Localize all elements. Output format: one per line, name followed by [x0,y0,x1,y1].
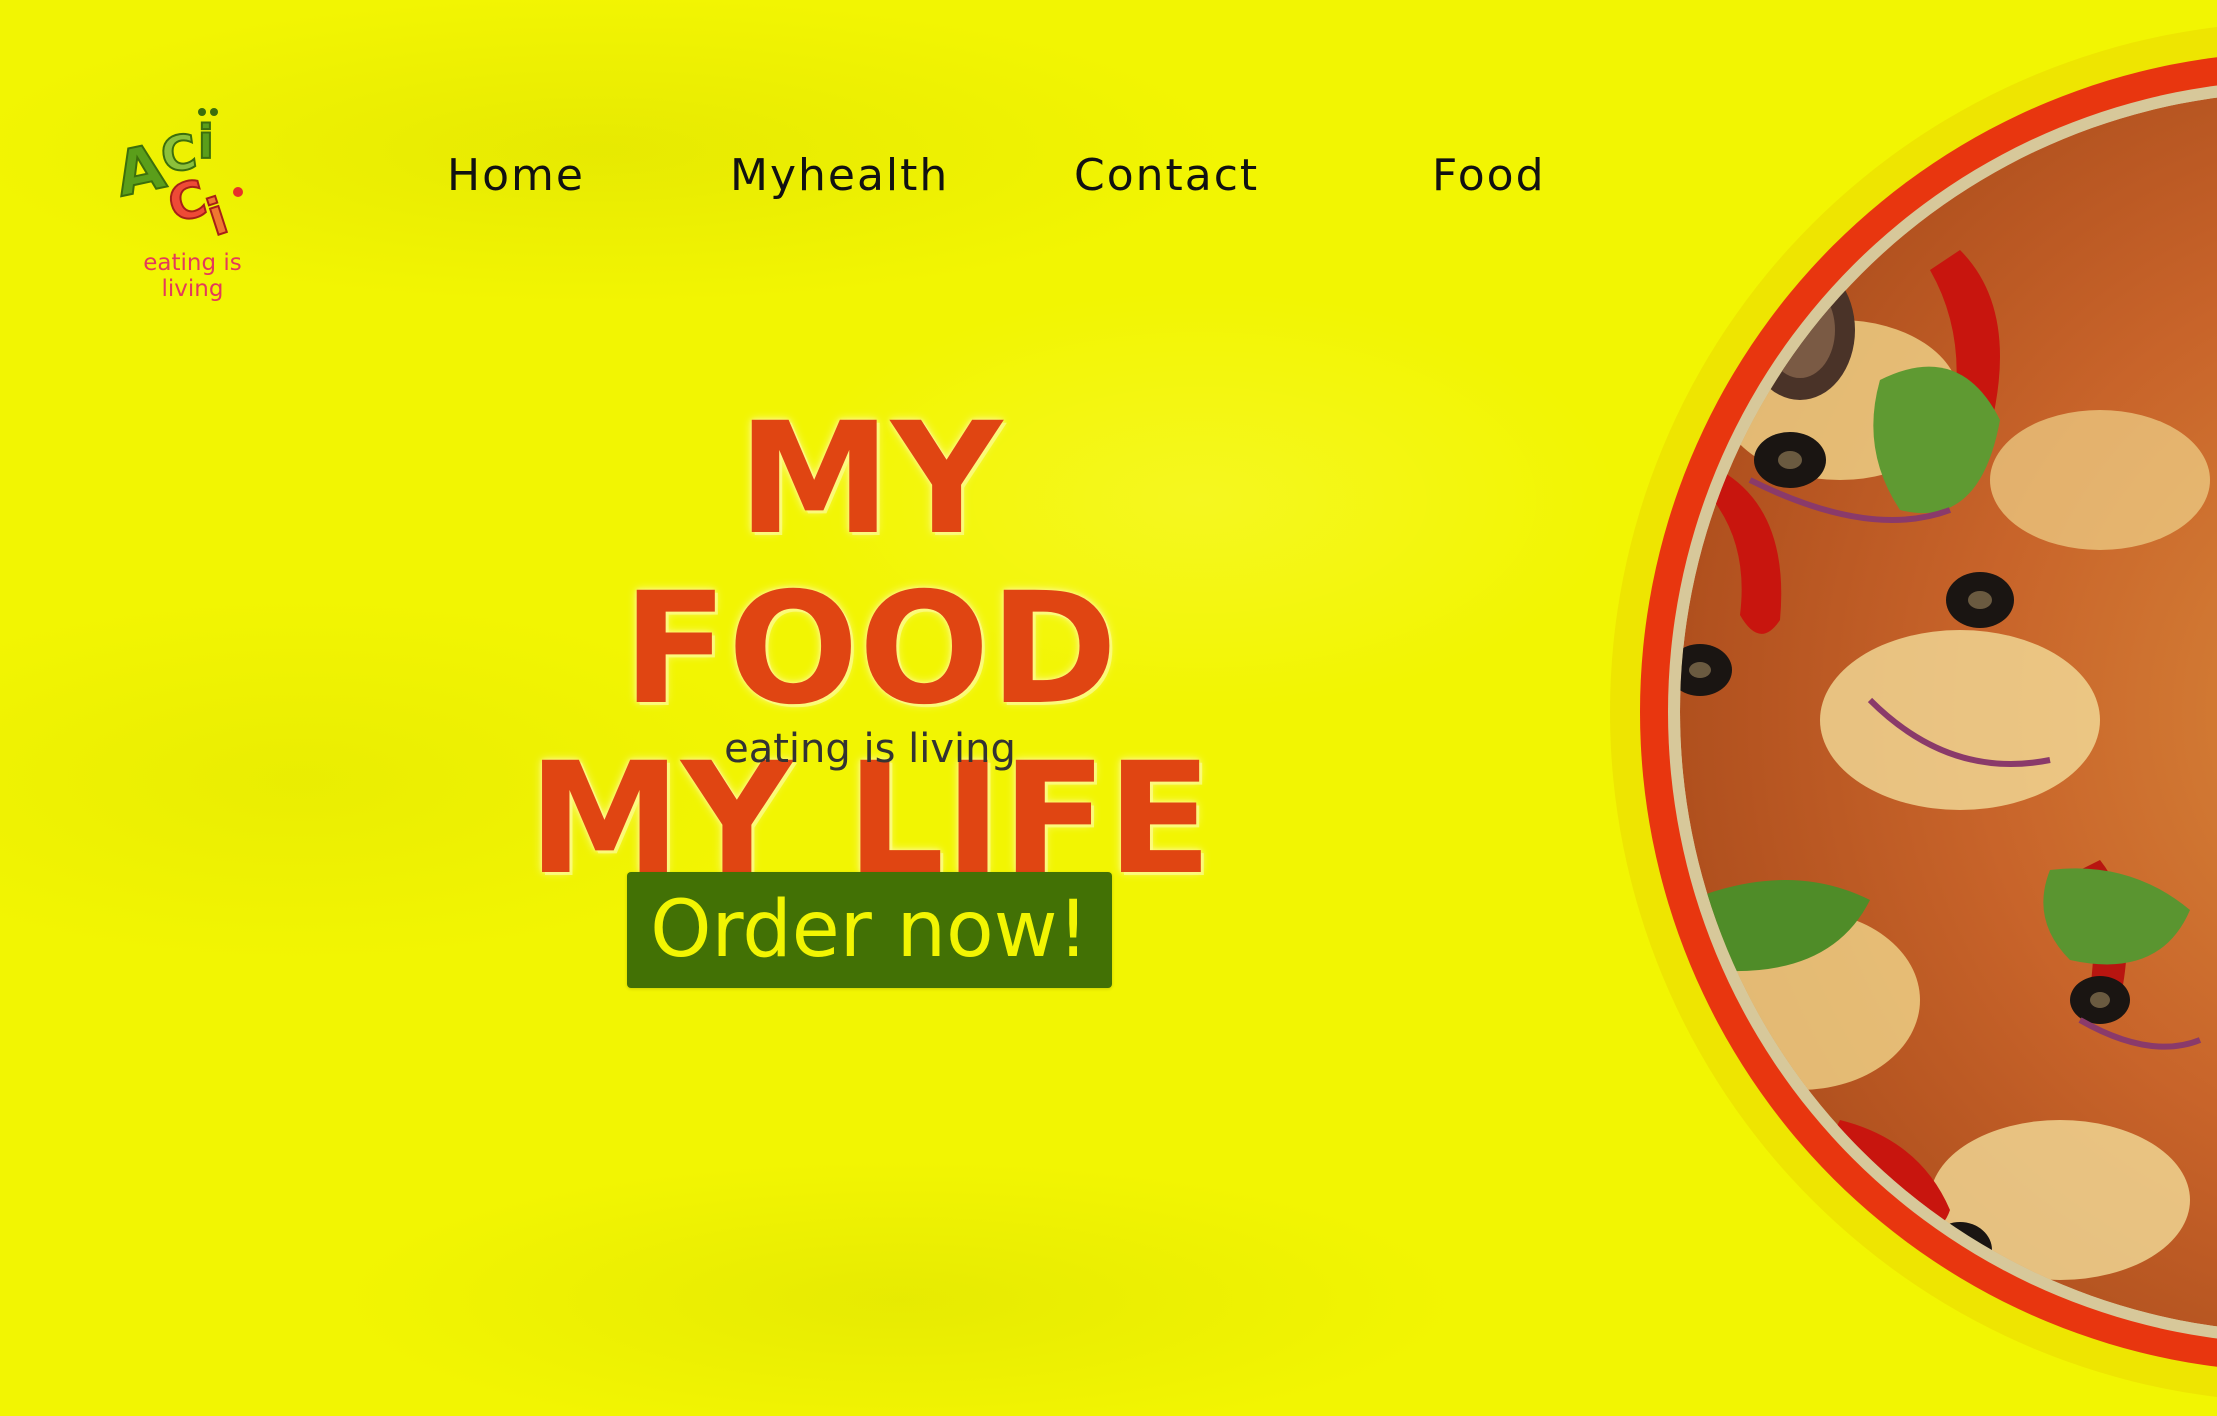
nav-food[interactable]: Food [1432,150,1546,201]
svg-text:i: i [198,115,214,169]
hero-tagline: eating is living [724,726,1016,772]
pizza-image [1610,27,2217,1397]
nav-myhealth[interactable]: Myhealth [730,150,949,201]
order-now-button[interactable]: Order now! [627,872,1112,988]
logo-tagline: eating is living [143,250,242,302]
brand-logo[interactable]: A C i C i eating is living [108,100,275,302]
hero-title-line-1: MY FOOD [622,390,1118,739]
nav-contact[interactable]: Contact [1074,150,1259,201]
hero-title: MY FOOD MY LIFE [500,395,1240,905]
nav-home[interactable]: Home [447,150,585,201]
logo-mark: A C i C i [108,108,243,248]
